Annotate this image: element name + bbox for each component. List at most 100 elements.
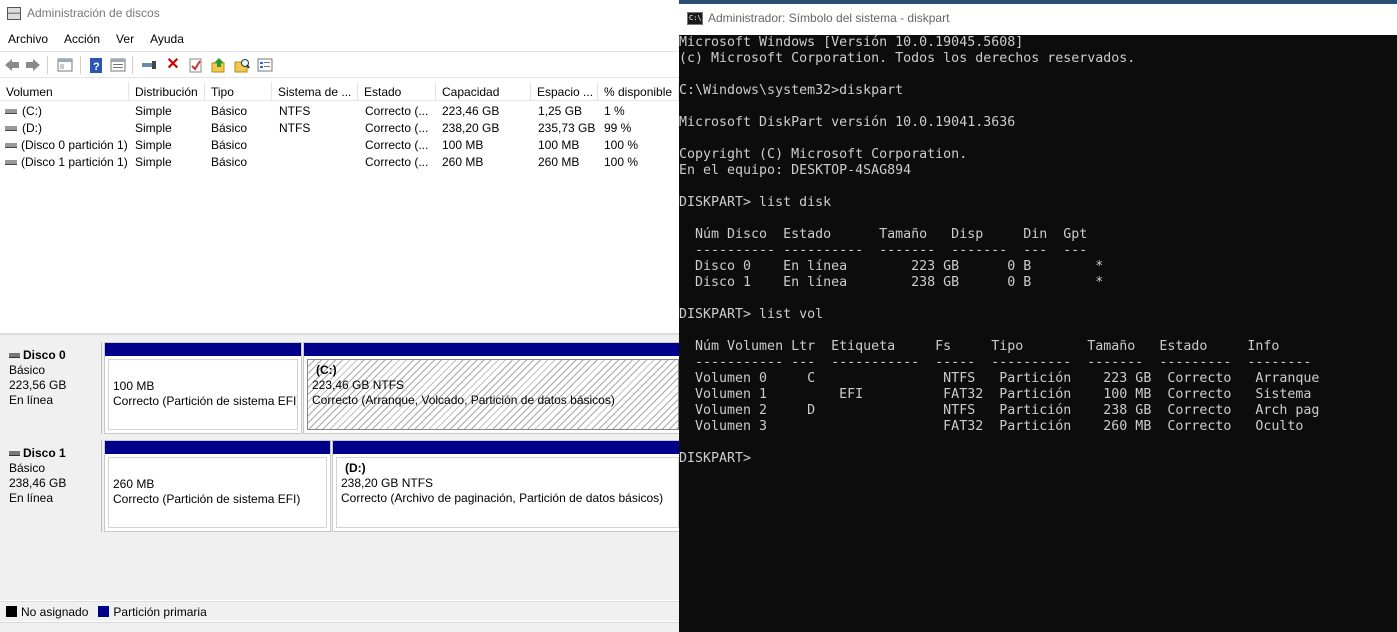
volume-list: Volumen Distribución Tipo Sistema de ...… <box>0 82 679 328</box>
legend: No asignado Partición primaria <box>0 601 679 621</box>
column-header[interactable]: Tipo <box>205 82 272 101</box>
partition-size: 223,46 GB NTFS <box>312 378 405 392</box>
cell-percent-free: 100 % <box>604 138 639 152</box>
partition-efi[interactable]: 260 MB Correcto (Partición de sistema EF… <box>104 440 331 532</box>
table-row[interactable]: (C:) Simple Básico NTFS Correcto (... 22… <box>0 103 679 120</box>
cell-type: Básico <box>211 155 248 169</box>
cell-free-space: 235,73 GB <box>538 121 596 135</box>
volume-list-header: Volumen Distribución Tipo Sistema de ...… <box>0 82 679 101</box>
toolbar-separator <box>47 56 48 74</box>
primary-partition-bar <box>105 343 301 356</box>
legend-swatch-primary <box>98 606 110 617</box>
cell-type: Básico <box>211 104 248 118</box>
cell-free-space: 1,25 GB <box>538 104 583 118</box>
console-line: DISKPART> list disk <box>679 195 832 210</box>
help-icon[interactable]: ? <box>88 57 104 73</box>
column-header[interactable]: Estado <box>358 82 436 101</box>
volume-icon <box>5 126 17 131</box>
primary-partition-bar <box>333 441 679 454</box>
import-icon[interactable] <box>211 57 227 73</box>
cell-volume: (Disco 1 partición 1) <box>21 155 128 169</box>
column-header[interactable]: Volumen <box>0 82 129 101</box>
table-row[interactable]: (D:) Simple Básico NTFS Correcto (... 23… <box>0 120 679 137</box>
disk-1-info[interactable]: Disco 1 Básico 238,46 GB En línea <box>2 440 102 532</box>
title-bar: Administración de discos <box>0 0 679 28</box>
delete-icon[interactable]: ✕ <box>165 57 181 73</box>
toolbar-separator <box>132 56 133 74</box>
partition-body: 100 MB Correcto (Partición de sistema EF… <box>108 359 298 430</box>
menu-ayuda[interactable]: Ayuda <box>142 30 192 50</box>
properties-icon[interactable] <box>110 57 126 73</box>
window-title: Administración de discos <box>27 6 160 20</box>
console-title-bar: C:\ Administrador: Símbolo del sistema -… <box>679 0 1397 35</box>
column-header[interactable]: % disponible <box>598 82 679 101</box>
disk-size: 223,56 GB <box>9 378 67 392</box>
partition-status: Correcto (Partición de sistema EFI) <box>113 394 298 408</box>
partition-status: Correcto (Arranque, Volcado, Partición d… <box>312 393 615 407</box>
partition-status: Correcto (Archivo de paginación, Partici… <box>341 491 664 505</box>
list-icon[interactable] <box>257 57 273 73</box>
console-line: DISKPART> list vol <box>679 307 824 322</box>
partition-c[interactable]: (C:) 223,46 GB NTFS Correcto (Arranque, … <box>303 342 679 434</box>
console-line: DISKPART> <box>679 451 752 466</box>
partition-label: (D:) <box>345 461 366 475</box>
legend-label: Partición primaria <box>113 604 207 619</box>
forward-icon[interactable] <box>25 57 41 73</box>
column-header[interactable]: Capacidad <box>436 82 531 101</box>
console-line: Volumen 3 FAT32 Partición 260 MB Correct… <box>679 419 1304 434</box>
partition-body: 260 MB Correcto (Partición de sistema EF… <box>108 457 327 528</box>
search-icon[interactable] <box>234 57 250 73</box>
connect-icon[interactable] <box>141 57 157 73</box>
check-icon[interactable] <box>188 57 204 73</box>
cell-status: Correcto (... <box>365 121 429 135</box>
column-header[interactable]: Espacio ... <box>531 82 598 101</box>
console-output[interactable]: Microsoft Windows [Versión 10.0.19045.56… <box>679 35 1319 467</box>
partition-status: Correcto (Partición de sistema EFI) <box>113 492 301 506</box>
console-line: Volumen 1 EFI FAT32 Partición 100 MB Cor… <box>679 387 1312 402</box>
menu-archivo[interactable]: Archivo <box>0 30 56 50</box>
disk-1-row: Disco 1 Básico 238,46 GB En línea 260 MB… <box>0 438 679 534</box>
column-header[interactable]: Distribución <box>129 82 205 101</box>
console-line: Microsoft DiskPart versión 10.0.19041.36… <box>679 115 1016 130</box>
up-icon[interactable] <box>57 57 73 73</box>
partition-size: 260 MB <box>113 477 155 491</box>
disk-type: Básico <box>9 363 46 377</box>
disk-name-label: Disco 1 <box>23 446 66 460</box>
console-line: Núm Disco Estado Tamaño Disp Din Gpt <box>679 227 1088 242</box>
console-line: (c) Microsoft Corporation. Todos los der… <box>679 51 1136 66</box>
cell-capacity: 223,46 GB <box>442 104 500 118</box>
console-line: Copyright (C) Microsoft Corporation. <box>679 147 968 162</box>
menu-accion[interactable]: Acción <box>56 30 108 50</box>
column-header[interactable]: Sistema de ... <box>272 82 358 101</box>
cell-free-space: 260 MB <box>538 155 580 169</box>
console-line: Volumen 0 C NTFS Partición 223 GB Correc… <box>679 371 1320 386</box>
partition-d[interactable]: (D:) 238,20 GB NTFS Correcto (Archivo de… <box>332 440 679 532</box>
disk-icon <box>9 451 20 456</box>
console-line: Núm Volumen Ltr Etiqueta Fs Tipo Tamaño … <box>679 339 1280 354</box>
command-prompt-window[interactable]: C:\ Administrador: Símbolo del sistema -… <box>679 0 1397 632</box>
menu-ver[interactable]: Ver <box>108 30 142 50</box>
table-row[interactable]: (Disco 0 partición 1) Simple Básico Corr… <box>0 137 679 154</box>
cell-percent-free: 1 % <box>604 104 625 118</box>
disk-0-name: Disco 0 <box>9 348 101 363</box>
cell-filesystem: NTFS <box>279 121 311 135</box>
table-row[interactable]: (Disco 1 partición 1) Simple Básico Corr… <box>0 154 679 171</box>
cell-filesystem: NTFS <box>279 104 311 118</box>
disk-status: En línea <box>9 491 54 505</box>
disk-management-icon <box>7 7 21 20</box>
cell-free-space: 100 MB <box>538 138 580 152</box>
svg-text:?: ? <box>93 61 100 73</box>
disk-0-info[interactable]: Disco 0 Básico 223,56 GB En línea <box>2 342 102 434</box>
cell-layout: Simple <box>135 104 172 118</box>
cell-type: Básico <box>211 138 248 152</box>
partition-body-selected: (C:) 223,46 GB NTFS Correcto (Arranque, … <box>307 359 679 430</box>
back-icon[interactable] <box>4 57 20 73</box>
partition-efi[interactable]: 100 MB Correcto (Partición de sistema EF… <box>104 342 302 434</box>
disk-graphical-view: Disco 0 Básico 223,56 GB En línea 100 MB… <box>0 333 679 600</box>
